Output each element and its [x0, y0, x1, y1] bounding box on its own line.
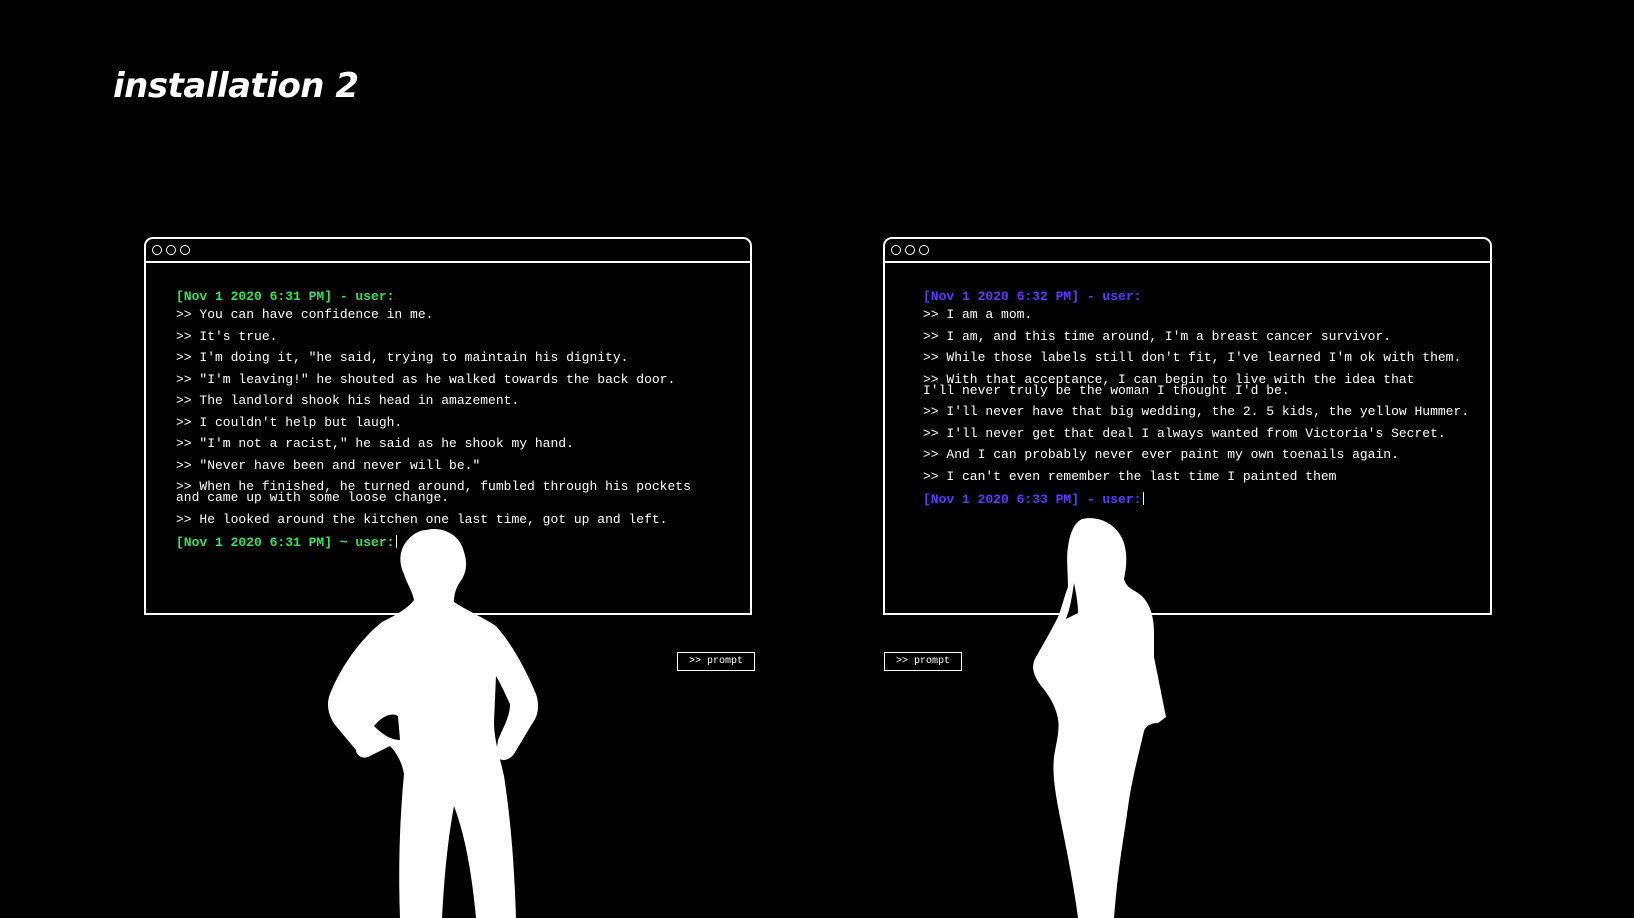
terminal-line: >> I couldn't help but laugh.: [176, 414, 403, 430]
left-prompt-button[interactable]: >> prompt: [677, 652, 755, 671]
right-terminal-output: [Nov 1 2020 6:32 PM] - user: >> I am a m…: [923, 289, 1470, 512]
terminal-line: >> I'll never have that big wedding, the…: [923, 404, 1470, 419]
terminal-line: >> With that acceptance, I can begin to …: [923, 371, 1415, 398]
right-prompt-button[interactable]: >> prompt: [884, 652, 962, 671]
window-maximize-dot-icon[interactable]: [919, 245, 929, 255]
right-terminal-window: [Nov 1 2020 6:32 PM] - user: >> I am a m…: [883, 237, 1492, 615]
terminal-line: >> I'll never get that deal I always wan…: [923, 425, 1446, 441]
terminal-line: >> "Never have been and never will be.": [176, 457, 481, 473]
terminal-line: >> While those labels still don't fit, I…: [923, 350, 1462, 365]
left-window-titlebar: [146, 239, 750, 263]
window-minimize-dot-icon[interactable]: [166, 245, 176, 255]
woman-silhouette-icon: [1033, 518, 1166, 918]
terminal-line: >> When he finished, he turned around, f…: [176, 479, 691, 505]
man-silhouette-icon: [328, 528, 539, 918]
terminal-line: >> The landlord shook his head in amazem…: [176, 393, 520, 408]
terminal-line: >> "I'm not a racist," he said as he sho…: [176, 436, 574, 451]
terminal-line: >> He looked around the kitchen one last…: [176, 511, 668, 527]
page-title: installation 2: [113, 66, 359, 106]
terminal-line: >> I am a mom.: [923, 307, 1033, 322]
left-terminal-output: [Nov 1 2020 6:31 PM] - user: >> You can …: [176, 289, 730, 555]
right-window-titlebar: [885, 239, 1490, 263]
right-input-prompt[interactable]: [Nov 1 2020 6:33 PM] - user:: [923, 492, 1470, 506]
window-minimize-dot-icon[interactable]: [905, 245, 915, 255]
terminal-line: >> It's true.: [176, 328, 278, 344]
terminal-line: >> I'm doing it, "he said, trying to mai…: [176, 350, 629, 365]
terminal-line: >> "I'm leaving!" he shouted as he walke…: [176, 371, 676, 387]
right-header-timestamp: [Nov 1 2020 6:32 PM] - user:: [923, 289, 1142, 304]
terminal-line: >> And I can probably never ever paint m…: [923, 447, 1399, 462]
text-cursor: [1143, 492, 1145, 505]
window-close-dot-icon[interactable]: [891, 245, 901, 255]
terminal-line: >> I can't even remember the last time I…: [923, 468, 1337, 484]
right-footer-timestamp: [Nov 1 2020 6:33 PM] - user:: [923, 492, 1142, 507]
left-header-timestamp: [Nov 1 2020 6:31 PM] - user:: [176, 289, 395, 304]
terminal-line: >> You can have confidence in me.: [176, 307, 434, 322]
window-close-dot-icon[interactable]: [152, 245, 162, 255]
terminal-line: >> I am, and this time around, I'm a bre…: [923, 328, 1392, 344]
window-maximize-dot-icon[interactable]: [180, 245, 190, 255]
